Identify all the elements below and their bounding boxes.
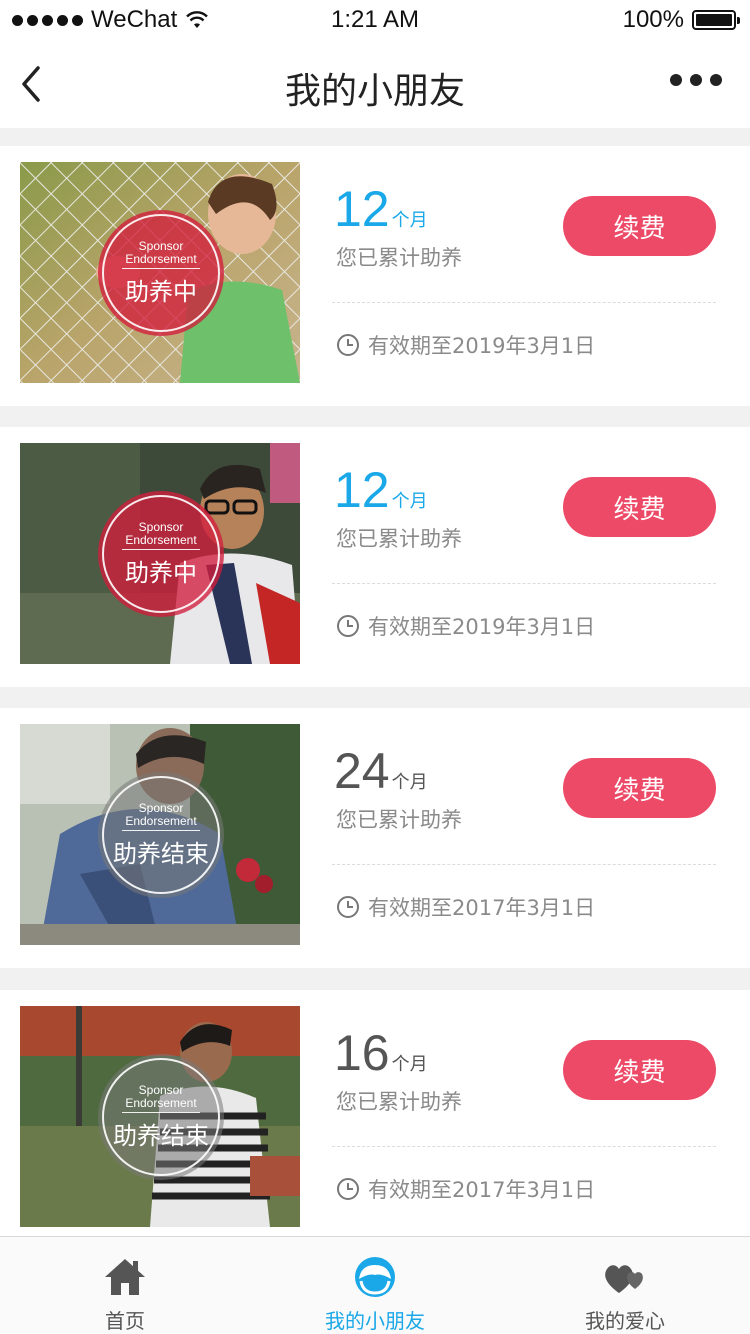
sponsorship-seal: Sponsor Endorsement 助养结束 <box>98 1054 224 1180</box>
months-unit: 个月 <box>391 1054 428 1075</box>
clock-icon <box>337 1178 359 1200</box>
sponsored-label: 您已累计助养 <box>336 1090 462 1114</box>
expiry-date: 有效期至2017年3月1日 <box>368 896 596 920</box>
child-face-icon <box>355 1257 395 1297</box>
dashed-divider <box>332 302 716 303</box>
tab-home[interactable]: 首页 <box>0 1237 250 1334</box>
page-title: 我的小朋友 <box>284 71 465 112</box>
months-counter: 12 个月 <box>334 182 428 236</box>
tab-home-label: 首页 <box>105 1309 145 1333</box>
child-card[interactable]: Sponsor Endorsement 助养结束 16 个月 您已累计助养 续费… <box>0 990 750 1236</box>
clock-icon <box>337 615 359 637</box>
tab-my-love[interactable]: 我的爱心 <box>500 1237 750 1334</box>
battery-percent: 100% <box>622 6 684 33</box>
months-counter: 12 个月 <box>334 463 428 517</box>
clock-icon <box>337 334 359 356</box>
seal-status: 助养中 <box>125 558 197 587</box>
child-card[interactable]: Sponsor Endorsement 助养中 12 个月 您已累计助养 续费 … <box>0 146 750 406</box>
sponsorship-seal: Sponsor Endorsement 助养结束 <box>98 772 224 898</box>
seal-status: 助养中 <box>125 277 197 306</box>
renew-button[interactable]: 续费 <box>563 477 716 537</box>
battery-status: 100% <box>622 6 740 34</box>
expiry-info: 有效期至2017年3月1日 <box>336 1174 595 1204</box>
child-photo: Sponsor Endorsement 助养中 <box>20 162 300 383</box>
expiry-date: 有效期至2019年3月1日 <box>368 615 596 639</box>
seal-line-2: Endorsement <box>125 813 197 828</box>
seal-line-2: Endorsement <box>125 1095 197 1110</box>
dashed-divider <box>332 1146 716 1147</box>
more-options-icon[interactable] <box>670 74 722 86</box>
dashed-divider <box>332 583 716 584</box>
child-card[interactable]: Sponsor Endorsement 助养结束 24 个月 您已累计助养 续费… <box>0 708 750 968</box>
renew-button[interactable]: 续费 <box>563 1040 716 1100</box>
child-photo: Sponsor Endorsement 助养结束 <box>20 724 300 945</box>
status-bar: WeChat 1:21 AM 100% <box>0 0 750 40</box>
months-unit: 个月 <box>391 491 428 512</box>
months-value: 12 <box>334 462 390 518</box>
months-unit: 个月 <box>391 210 428 231</box>
child-photo: Sponsor Endorsement 助养中 <box>20 443 300 664</box>
navigation-bar: 我的小朋友 <box>0 40 750 128</box>
seal-status: 助养结束 <box>113 839 209 868</box>
months-value: 24 <box>334 743 390 799</box>
sponsored-label: 您已累计助养 <box>336 808 462 832</box>
expiry-date: 有效期至2019年3月1日 <box>368 334 596 358</box>
seal-line-1: Sponsor <box>138 238 184 253</box>
clock-icon <box>337 896 359 918</box>
home-icon <box>105 1259 145 1295</box>
seal-line-2: Endorsement <box>125 532 197 547</box>
sponsored-label: 您已累计助养 <box>336 527 462 551</box>
bottom-tab-bar: 首页 我的小朋友 我的爱心 <box>0 1236 750 1334</box>
months-value: 16 <box>334 1025 390 1081</box>
seal-line-1: Sponsor <box>138 1082 184 1097</box>
seal-line-1: Sponsor <box>138 800 184 815</box>
battery-icon <box>692 10 740 30</box>
seal-status: 助养结束 <box>113 1121 209 1150</box>
months-counter: 24 个月 <box>334 744 428 798</box>
expiry-info: 有效期至2019年3月1日 <box>336 330 595 360</box>
sponsorship-seal: Sponsor Endorsement 助养中 <box>98 491 224 617</box>
renew-button[interactable]: 续费 <box>563 758 716 818</box>
tab-my-children[interactable]: 我的小朋友 <box>250 1237 500 1334</box>
seal-line-2: Endorsement <box>125 251 197 266</box>
sponsorship-seal: Sponsor Endorsement 助养中 <box>98 210 224 336</box>
renew-button[interactable]: 续费 <box>563 196 716 256</box>
expiry-info: 有效期至2019年3月1日 <box>336 611 595 641</box>
sponsored-label: 您已累计助养 <box>336 246 462 270</box>
months-unit: 个月 <box>391 772 428 793</box>
expiry-info: 有效期至2017年3月1日 <box>336 892 595 922</box>
seal-line-1: Sponsor <box>138 519 184 534</box>
tab-my-children-label: 我的小朋友 <box>325 1309 425 1333</box>
hearts-icon <box>605 1265 643 1293</box>
children-list: Sponsor Endorsement 助养中 12 个月 您已累计助养 续费 … <box>0 128 750 1236</box>
child-photo: Sponsor Endorsement 助养结束 <box>20 1006 300 1227</box>
dashed-divider <box>332 864 716 865</box>
child-card[interactable]: Sponsor Endorsement 助养中 12 个月 您已累计助养 续费 … <box>0 427 750 687</box>
expiry-date: 有效期至2017年3月1日 <box>368 1178 596 1202</box>
tab-my-love-label: 我的爱心 <box>585 1309 665 1333</box>
months-counter: 16 个月 <box>334 1026 428 1080</box>
months-value: 12 <box>334 181 390 237</box>
